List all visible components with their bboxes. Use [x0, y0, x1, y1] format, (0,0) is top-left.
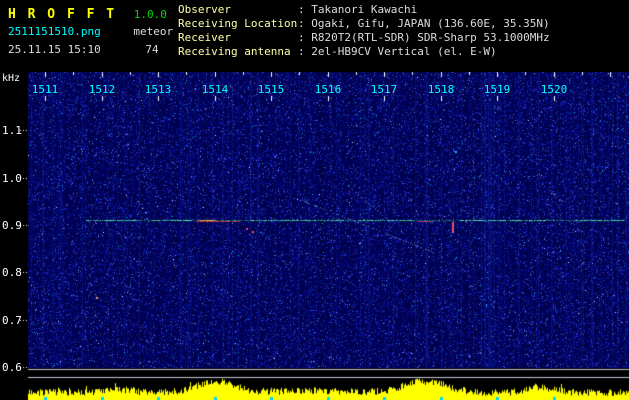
echo-count: 74	[145, 43, 159, 56]
x-tick-label: 1515	[257, 83, 285, 96]
info-label: Receiving antenna	[178, 45, 291, 58]
y-tick-label: 0.8	[2, 266, 22, 279]
info-label: Receiving Location	[178, 17, 298, 30]
x-tick-label: 1513	[144, 83, 172, 96]
info-label: Receiver	[178, 31, 231, 44]
app-version: 1.0.0	[133, 8, 167, 21]
info-value: : R820T2(RTL-SDR) SDR-Sharp 53.1000MHz	[298, 31, 550, 44]
x-tick-label: 1514	[201, 83, 229, 96]
observer-info: Observer : Takanori Kawachi Receiving Lo…	[178, 3, 550, 59]
info-value: : 2el-HB9CV Vertical (el. E-W)	[298, 45, 497, 58]
x-tick-label: 1511	[31, 83, 59, 96]
app-title: H R O F F T	[8, 7, 117, 22]
y-tick-label: 0.7	[2, 314, 22, 327]
x-tick-label: 1518	[427, 83, 455, 96]
datetime-label: 25.11.15 15:10	[8, 43, 101, 56]
title-row: H R O F F T 1.0.0	[8, 3, 167, 22]
info-row: Receiving antenna : 2el-HB9CV Vertical (…	[178, 45, 550, 59]
mode-label: meteor	[133, 25, 174, 38]
y-tick-label: 1.1	[2, 124, 22, 137]
x-tick-label: 1516	[314, 83, 342, 96]
x-tick-label: 1520	[540, 83, 568, 96]
info-row: Observer : Takanori Kawachi	[178, 3, 550, 17]
freq-unit-label: kHz	[2, 73, 21, 84]
y-tick-label: 0.6	[2, 361, 22, 374]
info-value: : Takanori Kawachi	[298, 3, 418, 16]
info-label: Observer	[178, 3, 231, 16]
info-row: Receiver : R820T2(RTL-SDR) SDR-Sharp 53.…	[178, 31, 550, 45]
time-row: 25.11.15 15:10 74	[8, 43, 159, 56]
x-tick-label: 1512	[88, 83, 116, 96]
file-row: 2511151510.png meteor	[8, 25, 173, 38]
x-tick-label: 1519	[483, 83, 511, 96]
x-tick-label: 1517	[370, 83, 398, 96]
y-tick-label: 0.9	[2, 219, 22, 232]
y-tick-label: 1.0	[2, 172, 22, 185]
info-value: : Ogaki, Gifu, JAPAN (136.60E, 35.35N)	[298, 17, 550, 30]
info-row: Receiving Location : Ogaki, Gifu, JAPAN …	[178, 17, 550, 31]
hrofft-output-image: H R O F F T 1.0.0 2511151510.png meteor …	[0, 0, 629, 400]
header: H R O F F T 1.0.0 2511151510.png meteor …	[0, 0, 629, 72]
output-filename: 2511151510.png	[8, 25, 101, 38]
